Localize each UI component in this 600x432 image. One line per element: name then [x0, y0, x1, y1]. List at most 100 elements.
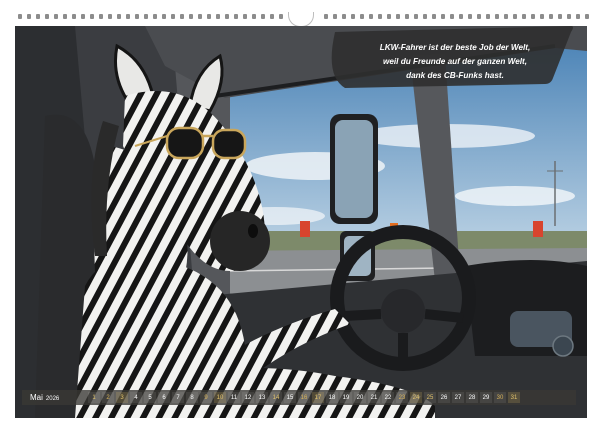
binding-hole	[459, 14, 463, 19]
binding-hole	[216, 14, 220, 19]
binding-hole	[243, 14, 247, 19]
binding-hole	[108, 14, 112, 19]
binding-hole	[414, 14, 418, 19]
binding-hole	[279, 14, 283, 19]
binding-hole	[378, 14, 382, 19]
binding-hole	[342, 14, 346, 19]
binding-hole	[576, 14, 580, 19]
binding-hole	[531, 14, 535, 19]
binding-hole	[99, 14, 103, 19]
binding-hole	[234, 14, 238, 19]
year-label: 2026	[45, 396, 60, 402]
binding-hole	[423, 14, 427, 19]
calendar-day: 27	[452, 392, 464, 403]
binding-hole	[549, 14, 553, 19]
calendar-day: 4	[130, 392, 142, 403]
binding-hole	[36, 14, 40, 19]
calendar-day: 17	[312, 392, 324, 403]
quote-banner: LKW-Fahrer ist der beste Job der Welt, w…	[340, 36, 570, 88]
binding-hole	[351, 14, 355, 19]
calendar-day: 29	[480, 392, 492, 403]
binding-hole	[540, 14, 544, 19]
calendar-day: 3	[116, 392, 128, 403]
binding-hole	[396, 14, 400, 19]
calendar-day: 12	[242, 392, 254, 403]
month-name: Mai	[30, 393, 43, 402]
binding-hole	[432, 14, 436, 19]
binding-hole	[225, 14, 229, 19]
binding-hole	[72, 14, 76, 19]
binding-hole	[450, 14, 454, 19]
binding-hole	[513, 14, 517, 19]
binding-hole	[180, 14, 184, 19]
binding-hole	[405, 14, 409, 19]
binding-hole	[468, 14, 472, 19]
calendar-day: 7	[172, 392, 184, 403]
calendar-day: 25	[424, 392, 436, 403]
binding-hole	[207, 14, 211, 19]
binding-hole	[144, 14, 148, 19]
binding-hole	[477, 14, 481, 19]
binding-hole	[369, 14, 373, 19]
binding-hole	[162, 14, 166, 19]
calendar-day: 8	[186, 392, 198, 403]
calendar-day: 15	[284, 392, 296, 403]
binding-hole	[81, 14, 85, 19]
binding-hole	[333, 14, 337, 19]
calendar-day: 24	[410, 392, 422, 403]
calendar-day: 14	[270, 392, 282, 403]
calendar-day: 10	[214, 392, 226, 403]
day-cells: 1 2 3 4 5 6 7 8 9 10 11 12 13 14 15 16 17 18 19 20 21 22 23 24 2…	[88, 392, 520, 403]
calendar-day: 9	[200, 392, 212, 403]
binding-hole	[18, 14, 22, 19]
calendar-day: 28	[466, 392, 478, 403]
quote-line-1: LKW-Fahrer ist der beste Job der Welt,	[379, 43, 531, 52]
binding-hole	[153, 14, 157, 19]
binding-hole	[63, 14, 67, 19]
binding-hole	[90, 14, 94, 19]
calendar-day: 26	[438, 392, 450, 403]
calendar-day: 23	[396, 392, 408, 403]
calendar-day: 20	[354, 392, 366, 403]
binding-hole	[261, 14, 265, 19]
binding-hole	[171, 14, 175, 19]
binding-hole	[27, 14, 31, 19]
calendar-day: 30	[494, 392, 506, 403]
binding-hole	[387, 14, 391, 19]
binding-hole	[441, 14, 445, 19]
quote-line-2: weil du Freunde auf der ganzen Welt,	[382, 57, 528, 66]
calendar-day: 5	[144, 392, 156, 403]
binding-hole	[360, 14, 364, 19]
binding-hole	[270, 14, 274, 19]
calendar-day: 2	[102, 392, 114, 403]
calendar-day: 31	[508, 392, 520, 403]
binding-hole	[45, 14, 49, 19]
binding-hole	[252, 14, 256, 19]
calendar-day: 21	[368, 392, 380, 403]
calendar-day: 19	[340, 392, 352, 403]
binding-hole	[495, 14, 499, 19]
binding-hole	[558, 14, 562, 19]
calendar-day: 18	[326, 392, 338, 403]
calendar-page: LKW-Fahrer ist der beste Job der Welt, w…	[0, 0, 600, 432]
binding-hole	[189, 14, 193, 19]
binding-hole	[585, 14, 589, 19]
binding-hole	[504, 14, 508, 19]
binding-hole	[324, 14, 328, 19]
quote-line-3: dank des CB-Funks hast.	[406, 71, 504, 80]
calendar-day: 16	[298, 392, 310, 403]
calendar-day: 6	[158, 392, 170, 403]
binding-hole	[198, 14, 202, 19]
binding-hole	[486, 14, 490, 19]
binding-hole	[567, 14, 571, 19]
binding-hole	[54, 14, 58, 19]
binding-hole	[117, 14, 121, 19]
binding-hole	[522, 14, 526, 19]
binding-hole	[135, 14, 139, 19]
calendar-strip: Mai 2026 1 2 3 4 5 6 7 8 9 10 11 12 13 14 15 16 17 18 19 20 2…	[22, 390, 576, 405]
calendar-day: 1	[88, 392, 100, 403]
calendar-day: 11	[228, 392, 240, 403]
calendar-day: 13	[256, 392, 268, 403]
calendar-day: 22	[382, 392, 394, 403]
month-label: Mai 2026	[22, 393, 88, 402]
